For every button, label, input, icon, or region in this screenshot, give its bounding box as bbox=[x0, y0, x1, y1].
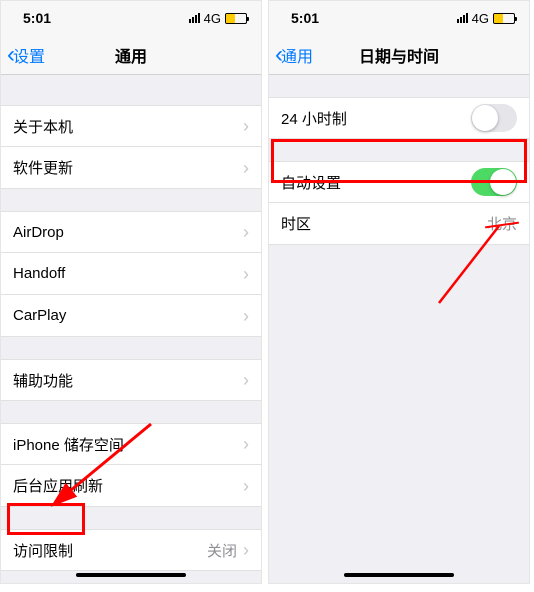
group-restrictions: 访问限制 关闭 › bbox=[1, 529, 261, 571]
chevron-right-icon: › bbox=[243, 117, 249, 135]
cell-24hour[interactable]: 24 小时制 bbox=[269, 97, 529, 139]
cell-storage[interactable]: iPhone 储存空间 › bbox=[1, 423, 261, 465]
cell-label: CarPlay bbox=[13, 307, 66, 324]
status-time: 5:01 bbox=[291, 10, 319, 26]
cell-label: Handoff bbox=[13, 265, 65, 282]
status-right: 4G bbox=[189, 11, 247, 26]
cell-carplay[interactable]: CarPlay › bbox=[1, 295, 261, 337]
back-label: 设置 bbox=[13, 43, 45, 67]
chevron-right-icon: › bbox=[243, 307, 249, 325]
group-accessibility: 辅助功能 › bbox=[1, 359, 261, 401]
group-about: 关于本机 › 软件更新 › bbox=[1, 105, 261, 189]
cell-label: 自动设置 bbox=[281, 172, 341, 193]
chevron-right-icon: › bbox=[243, 159, 249, 177]
chevron-right-icon: › bbox=[243, 265, 249, 283]
chevron-right-icon: › bbox=[243, 371, 249, 389]
signal-icon bbox=[457, 13, 468, 23]
status-right: 4G bbox=[457, 11, 515, 26]
status-time: 5:01 bbox=[23, 10, 51, 26]
network-label: 4G bbox=[204, 11, 221, 26]
page-title: 通用 bbox=[115, 43, 147, 67]
cell-value: 北京 bbox=[487, 213, 517, 234]
cell-label: 访问限制 bbox=[13, 540, 73, 561]
cell-label: iPhone 储存空间 bbox=[13, 434, 124, 455]
cell-label: 软件更新 bbox=[13, 157, 73, 178]
cell-label: 辅助功能 bbox=[13, 370, 73, 391]
back-label: 通用 bbox=[281, 43, 313, 67]
cell-about[interactable]: 关于本机 › bbox=[1, 105, 261, 147]
nav-bar: ‹ 设置 通用 bbox=[1, 35, 261, 75]
network-label: 4G bbox=[472, 11, 489, 26]
chevron-right-icon: › bbox=[243, 477, 249, 495]
cell-accessibility[interactable]: 辅助功能 › bbox=[1, 359, 261, 401]
cell-handoff[interactable]: Handoff › bbox=[1, 253, 261, 295]
page-title: 日期与时间 bbox=[359, 43, 439, 67]
battery-icon bbox=[225, 13, 247, 24]
toggle-autoset[interactable] bbox=[471, 168, 517, 196]
signal-icon bbox=[189, 13, 200, 23]
cell-airdrop[interactable]: AirDrop › bbox=[1, 211, 261, 253]
cell-label: AirDrop bbox=[13, 224, 64, 241]
chevron-right-icon: › bbox=[243, 435, 249, 453]
back-button[interactable]: ‹ 设置 bbox=[7, 43, 45, 67]
status-bar: 5:01 4G bbox=[269, 1, 529, 35]
phone-left: 5:01 4G ‹ 设置 通用 关于本机 › 软件更新 › AirDrop › … bbox=[0, 0, 262, 584]
cell-label: 后台应用刷新 bbox=[13, 475, 103, 496]
group-storage: iPhone 储存空间 › 后台应用刷新 › bbox=[1, 423, 261, 507]
cell-timezone[interactable]: 时区 北京 bbox=[269, 203, 529, 245]
chevron-right-icon: › bbox=[243, 223, 249, 241]
battery-icon bbox=[493, 13, 515, 24]
cell-autoset[interactable]: 自动设置 bbox=[269, 161, 529, 203]
group-hour: 24 小时制 bbox=[269, 97, 529, 139]
cell-value: 关闭 bbox=[207, 540, 237, 561]
cell-background-refresh[interactable]: 后台应用刷新 › bbox=[1, 465, 261, 507]
toggle-24hour[interactable] bbox=[471, 104, 517, 132]
group-airdrop: AirDrop › Handoff › CarPlay › bbox=[1, 211, 261, 337]
cell-restrictions[interactable]: 访问限制 关闭 › bbox=[1, 529, 261, 571]
back-button[interactable]: ‹ 通用 bbox=[275, 43, 313, 67]
group-autoset: 自动设置 时区 北京 bbox=[269, 161, 529, 245]
cell-label: 关于本机 bbox=[13, 116, 73, 137]
cell-label: 时区 bbox=[281, 213, 311, 234]
home-indicator bbox=[344, 573, 454, 577]
cell-software-update[interactable]: 软件更新 › bbox=[1, 147, 261, 189]
cell-label: 24 小时制 bbox=[281, 108, 347, 129]
status-bar: 5:01 4G bbox=[1, 1, 261, 35]
home-indicator bbox=[76, 573, 186, 577]
phone-right: 5:01 4G ‹ 通用 日期与时间 24 小时制 自动设置 时区 北京 bbox=[268, 0, 530, 584]
nav-bar: ‹ 通用 日期与时间 bbox=[269, 35, 529, 75]
chevron-right-icon: › bbox=[243, 541, 249, 559]
